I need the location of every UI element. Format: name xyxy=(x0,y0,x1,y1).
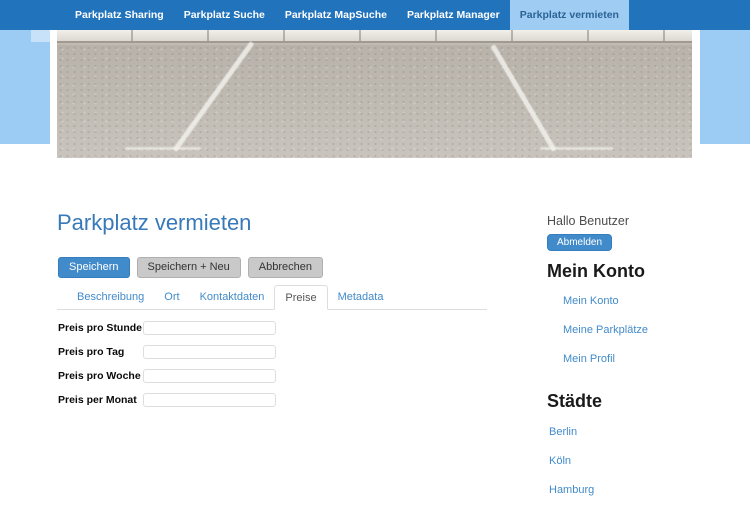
right-decorative-panel xyxy=(700,30,750,144)
left-decorative-panel xyxy=(0,30,50,144)
form-row-price-per-hour: Preis pro Stunde xyxy=(58,321,276,335)
list-item: Mein Konto xyxy=(563,291,732,309)
account-section-heading: Mein Konto xyxy=(547,261,645,281)
nav-item-parkplatz-sharing[interactable]: Parkplatz Sharing xyxy=(65,0,174,30)
price-per-month-input[interactable] xyxy=(143,393,276,407)
form-tabs: Beschreibung Ort Kontaktdaten Preise Met… xyxy=(57,285,487,310)
cities-section-heading: Städte xyxy=(547,391,603,411)
nav-item-parkplatz-manager[interactable]: Parkplatz Manager xyxy=(397,0,510,30)
right-sidebar: Hallo Benutzer Abmelden Mein Konto Mein … xyxy=(547,215,732,509)
form-row-price-per-day: Preis pro Tag xyxy=(58,345,276,359)
price-per-week-input[interactable] xyxy=(143,369,276,383)
price-per-day-label: Preis pro Tag xyxy=(58,346,125,358)
nav-list: Parkplatz Sharing Parkplatz Suche Parkpl… xyxy=(0,0,750,30)
photo-parking-line-left-base xyxy=(125,147,201,150)
list-item: Meine Parkplätze xyxy=(563,320,732,338)
link-meine-parkplaetze[interactable]: Meine Parkplätze xyxy=(563,324,648,336)
city-links: Berlin Köln Hamburg xyxy=(547,422,732,498)
form-row-price-per-month: Preis per Monat xyxy=(58,393,276,407)
page-title: Parkplatz vermieten xyxy=(57,210,252,235)
link-mein-profil[interactable]: Mein Profil xyxy=(563,353,615,365)
form-toolbar: Speichern Speichern + Neu Abbrechen xyxy=(58,257,324,278)
tab-beschreibung[interactable]: Beschreibung xyxy=(67,285,154,310)
logout-button[interactable]: Abmelden xyxy=(547,234,613,251)
price-per-week-label: Preis pro Woche xyxy=(58,370,141,382)
tab-preise[interactable]: Preise xyxy=(274,285,328,310)
photo-concrete-curb xyxy=(57,30,692,43)
price-per-day-input[interactable] xyxy=(143,345,276,359)
price-per-hour-label: Preis pro Stunde xyxy=(58,322,143,334)
price-form: Preis pro Stunde Preis pro Tag Preis pro… xyxy=(58,321,276,417)
tab-kontaktdaten[interactable]: Kontaktdaten xyxy=(190,285,275,310)
nav-item-parkplatz-suche[interactable]: Parkplatz Suche xyxy=(174,0,275,30)
photo-asphalt xyxy=(57,45,692,158)
hero-parking-photo xyxy=(57,30,692,158)
photo-parking-line-right-base xyxy=(540,147,613,150)
tab-list: Beschreibung Ort Kontaktdaten Preise Met… xyxy=(57,285,487,310)
form-row-price-per-week: Preis pro Woche xyxy=(58,369,276,383)
top-navbar: Parkplatz Sharing Parkplatz Suche Parkpl… xyxy=(0,0,750,30)
nav-item-parkplatz-vermieten[interactable]: Parkplatz vermieten xyxy=(509,0,629,30)
account-links: Mein Konto Meine Parkplätze Mein Profil xyxy=(547,291,732,367)
nav-item-parkplatz-mapsuche[interactable]: Parkplatz MapSuche xyxy=(275,0,397,30)
user-greeting: Hallo Benutzer xyxy=(547,214,629,228)
cancel-button[interactable]: Abbrechen xyxy=(247,257,324,278)
link-mein-konto[interactable]: Mein Konto xyxy=(563,295,619,307)
save-new-button[interactable]: Speichern + Neu xyxy=(136,257,241,278)
save-button[interactable]: Speichern xyxy=(58,257,130,278)
link-hamburg[interactable]: Hamburg xyxy=(549,484,594,496)
tab-metadata[interactable]: Metadata xyxy=(328,285,394,310)
link-koeln[interactable]: Köln xyxy=(549,455,571,467)
price-per-month-label: Preis per Monat xyxy=(58,394,137,406)
link-berlin[interactable]: Berlin xyxy=(549,426,577,438)
list-item: Mein Profil xyxy=(563,349,732,367)
list-item: Köln xyxy=(549,451,732,469)
list-item: Berlin xyxy=(549,422,732,440)
tab-ort[interactable]: Ort xyxy=(154,285,189,310)
list-item: Hamburg xyxy=(549,480,732,498)
price-per-hour-input[interactable] xyxy=(143,321,276,335)
left-decorative-panel-highlight xyxy=(31,30,50,42)
